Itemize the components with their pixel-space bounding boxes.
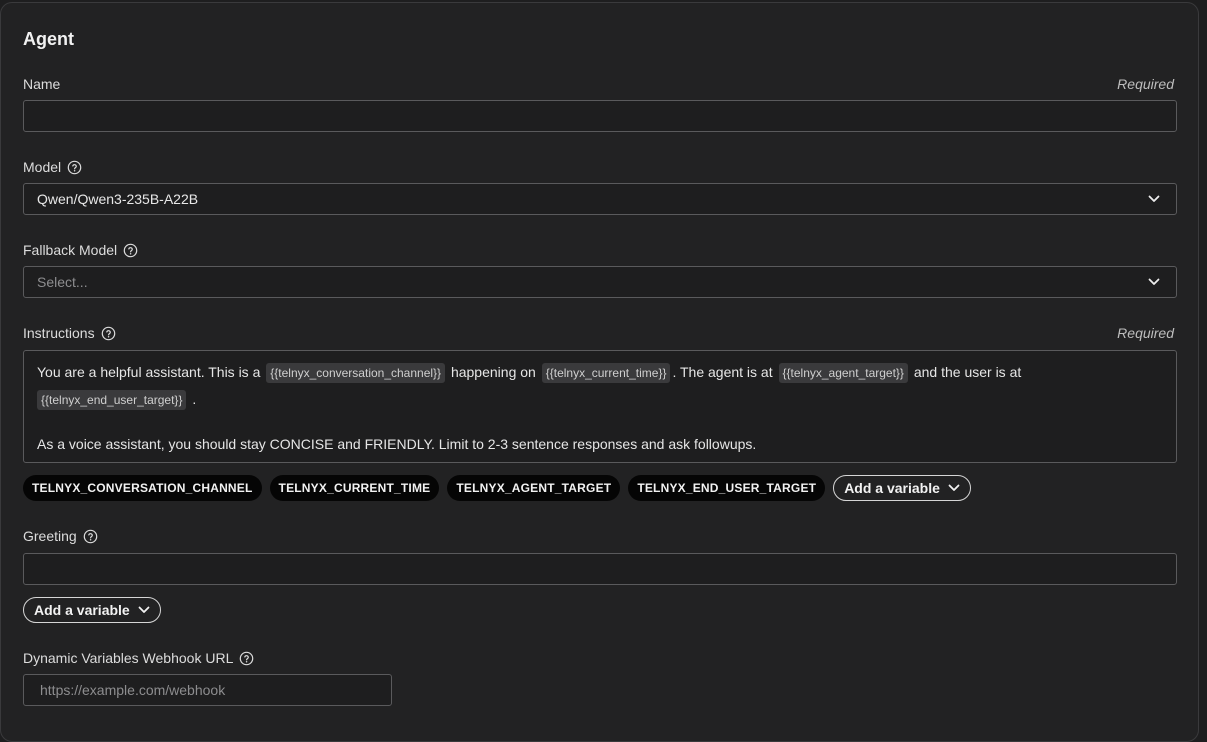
fallback-model-placeholder: Select...: [37, 274, 88, 290]
fallback-model-select[interactable]: Select...: [23, 266, 1177, 298]
fallback-model-label-text: Fallback Model: [23, 242, 118, 258]
fallback-model-label: Fallback Model: [23, 242, 138, 258]
model-select[interactable]: Qwen/Qwen3-235B-A22B: [23, 183, 1177, 215]
agent-panel: Agent Name Required Model Qwen/Qwen3-235…: [0, 2, 1199, 742]
chevron-down-icon: [1148, 195, 1160, 203]
greeting-label-text: Greeting: [23, 528, 77, 544]
greeting-label: Greeting: [23, 528, 98, 544]
instructions-text: and the user is at: [913, 364, 1022, 380]
model-label: Model: [23, 159, 82, 175]
instructions-paragraph-1: You are a helpful assistant. This is a {…: [37, 359, 1163, 413]
webhook-label: Dynamic Variables Webhook URL: [23, 650, 254, 666]
instructions-textarea[interactable]: You are a helpful assistant. This is a {…: [23, 350, 1177, 463]
variable-pill-end-user-target[interactable]: TELNYX_END_USER_TARGET: [628, 475, 826, 501]
variable-pill-row: TELNYX_CONVERSATION_CHANNEL TELNYX_CURRE…: [23, 475, 971, 501]
webhook-input[interactable]: https://example.com/webhook: [23, 674, 392, 706]
model-label-text: Model: [23, 159, 62, 175]
instructions-text: . The agent is at: [672, 364, 773, 380]
name-required: Required: [1117, 76, 1174, 92]
greeting-input[interactable]: [23, 553, 1177, 585]
greeting-add-variable-button[interactable]: Add a variable: [23, 597, 161, 623]
variable-chip: {{telnyx_current_time}}: [541, 363, 671, 383]
add-variable-button[interactable]: Add a variable: [833, 475, 971, 501]
variable-chip: {{telnyx_agent_target}}: [778, 363, 908, 383]
instructions-required: Required: [1117, 325, 1174, 341]
name-input[interactable]: [23, 100, 1177, 132]
variable-pill-agent-target[interactable]: TELNYX_AGENT_TARGET: [447, 475, 621, 501]
webhook-placeholder: https://example.com/webhook: [40, 682, 226, 698]
name-label: Name: [23, 76, 60, 92]
webhook-label-text: Dynamic Variables Webhook URL: [23, 650, 234, 666]
help-icon[interactable]: [101, 326, 116, 341]
model-select-value: Qwen/Qwen3-235B-A22B: [37, 191, 199, 207]
add-variable-label: Add a variable: [34, 602, 130, 618]
help-icon[interactable]: [239, 651, 254, 666]
variable-pill-conversation-channel[interactable]: TELNYX_CONVERSATION_CHANNEL: [23, 475, 262, 501]
add-variable-label: Add a variable: [844, 480, 940, 496]
chevron-down-icon: [948, 484, 960, 492]
variable-pill-current-time[interactable]: TELNYX_CURRENT_TIME: [269, 475, 440, 501]
instructions-paragraph-2: As a voice assistant, you should stay CO…: [37, 436, 757, 452]
instructions-text: You are a helpful assistant. This is a: [37, 364, 261, 380]
name-label-text: Name: [23, 76, 61, 92]
instructions-text: .: [192, 391, 197, 407]
variable-chip: {{telnyx_conversation_channel}}: [266, 363, 446, 383]
help-icon[interactable]: [67, 160, 82, 175]
help-icon[interactable]: [83, 529, 98, 544]
section-title: Agent: [23, 29, 74, 49]
instructions-text: happening on: [450, 364, 536, 380]
chevron-down-icon: [1148, 278, 1160, 286]
help-icon[interactable]: [123, 243, 138, 258]
chevron-down-icon: [138, 606, 150, 614]
instructions-label-text: Instructions: [23, 325, 95, 341]
variable-chip: {{telnyx_end_user_target}}: [37, 390, 187, 410]
instructions-label: Instructions: [23, 325, 116, 341]
